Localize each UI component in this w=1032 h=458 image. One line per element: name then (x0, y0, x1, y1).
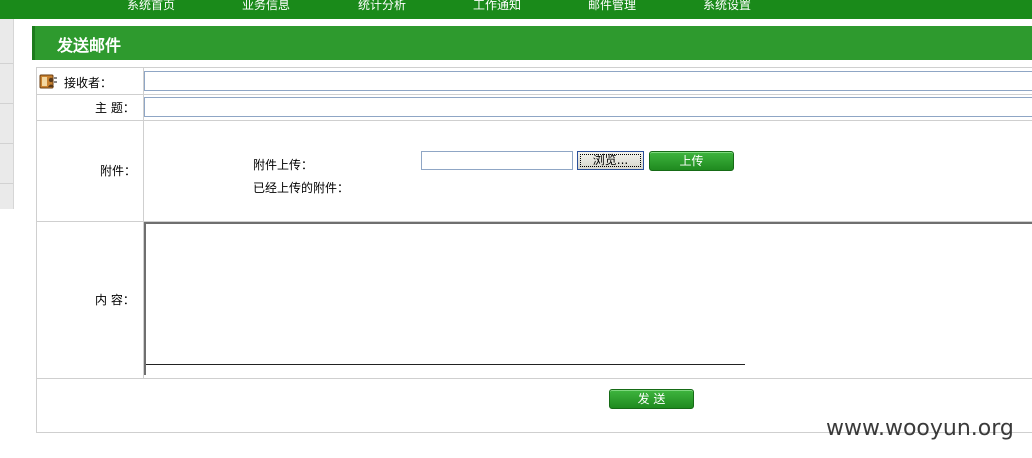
sidebar-divider (0, 63, 13, 64)
sidebar-divider (0, 143, 13, 144)
recipient-label: 接收者： (64, 76, 113, 90)
subject-label: 主 题： (95, 101, 135, 115)
sidebar-divider (0, 183, 13, 184)
nav-item-statistics[interactable]: 统计分析 (358, 0, 406, 13)
page-title: 发送邮件 (57, 36, 122, 55)
left-sidebar-edge (0, 19, 14, 209)
nav-item-mail-management[interactable]: 邮件管理 (588, 0, 636, 13)
editor-scrollbar-edge (146, 364, 745, 365)
nav-item-work-notice[interactable]: 工作通知 (473, 0, 521, 13)
file-path-input[interactable] (421, 151, 573, 170)
uploaded-attachments-label: 已经上传的附件： (253, 181, 350, 195)
send-button[interactable]: 发 送 (609, 389, 694, 409)
send-mail-form: 接收者： 主 题： 附件： 附件上传： 已经上传的附件： 浏览... 上传 内 … (36, 67, 1032, 433)
recipient-input[interactable] (144, 71, 1032, 91)
address-book-icon[interactable] (39, 74, 58, 89)
subject-input[interactable] (144, 97, 1032, 117)
row-divider (37, 378, 1032, 379)
nav-item-business-info[interactable]: 业务信息 (242, 0, 290, 13)
upload-button[interactable]: 上传 (649, 151, 734, 171)
nav-item-system-settings[interactable]: 系统设置 (703, 0, 751, 13)
upload-label: 附件上传： (253, 158, 314, 172)
content-label: 内 容： (95, 293, 135, 307)
page-title-banner: 发送邮件 (32, 26, 1032, 60)
watermark: www.wooyun.org (826, 416, 1014, 441)
row-divider (37, 120, 1032, 121)
nav-item-home[interactable]: 系统首页 (127, 0, 175, 13)
content-textarea[interactable] (144, 222, 1032, 375)
browse-button[interactable]: 浏览... (577, 151, 644, 170)
top-nav-bar: 系统首页 业务信息 统计分析 工作通知 邮件管理 系统设置 (0, 0, 1032, 19)
row-divider (37, 94, 1032, 95)
attachment-label: 附件： (100, 164, 137, 178)
sidebar-divider (0, 103, 13, 104)
